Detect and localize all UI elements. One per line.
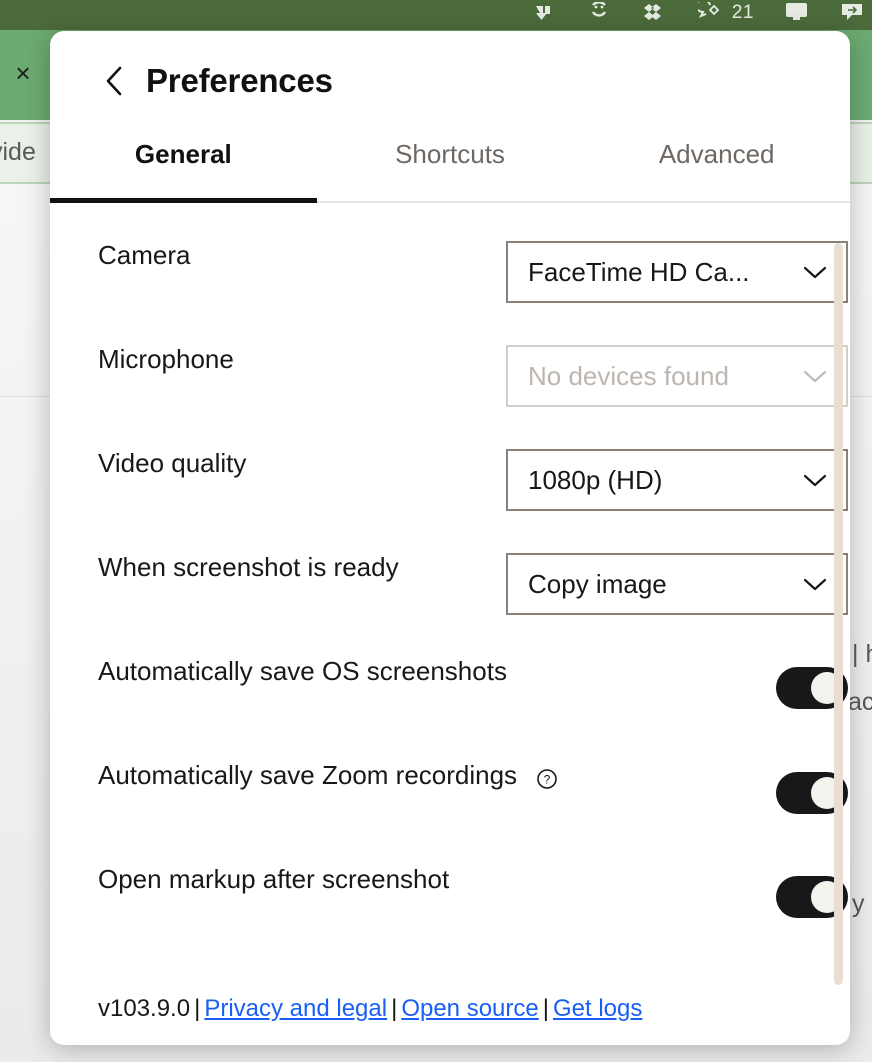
privacy-and-legal-link[interactable]: Privacy and legal bbox=[204, 995, 387, 1022]
setting-row-autosave-zoom: Automatically save Zoom recordings ? bbox=[98, 723, 848, 827]
display-icon[interactable] bbox=[784, 2, 810, 28]
chevron-down-icon bbox=[802, 264, 828, 280]
close-icon[interactable]: × bbox=[8, 58, 38, 88]
dialog-scrollbar[interactable] bbox=[834, 243, 843, 985]
notification-chat-icon[interactable] bbox=[697, 2, 724, 28]
preferences-dialog: Preferences General Shortcuts Advanced C… bbox=[50, 31, 850, 1045]
app-version: v103.9.0 bbox=[98, 995, 191, 1022]
question-circle-icon[interactable]: ? bbox=[536, 768, 558, 790]
setting-row-screenshot-ready: When screenshot is ready Copy image bbox=[98, 515, 848, 619]
share-icon[interactable] bbox=[840, 2, 866, 28]
footer-separator: | bbox=[194, 995, 201, 1022]
background-text-fragment: ac bbox=[848, 688, 872, 716]
setting-row-camera: Camera FaceTime HD Ca... bbox=[98, 203, 848, 307]
setting-label-autosave-zoom: Automatically save Zoom recordings ? bbox=[98, 760, 802, 791]
setting-label-microphone: Microphone bbox=[98, 343, 234, 374]
setting-label-video-quality: Video quality bbox=[98, 447, 247, 478]
os-menubar: 21 bbox=[0, 0, 872, 30]
screenshot-ready-select[interactable]: Copy image bbox=[506, 553, 848, 615]
background-text-fragment: | h bbox=[852, 640, 872, 668]
tab-general[interactable]: General bbox=[50, 131, 317, 203]
chevron-down-icon bbox=[802, 576, 828, 592]
setting-row-video-quality: Video quality 1080p (HD) bbox=[98, 411, 848, 515]
svg-text:?: ? bbox=[544, 772, 551, 786]
dialog-header: Preferences bbox=[50, 31, 850, 131]
settings-list: Camera FaceTime HD Ca... Microphone No d… bbox=[50, 203, 850, 931]
chevron-down-icon bbox=[802, 368, 828, 384]
microphone-select: No devices found bbox=[506, 345, 848, 407]
setting-row-open-markup: Open markup after screenshot bbox=[98, 827, 848, 931]
setting-label-open-markup: Open markup after screenshot bbox=[98, 863, 450, 894]
camera-select[interactable]: FaceTime HD Ca... bbox=[506, 241, 848, 303]
setting-label-camera: Camera bbox=[98, 239, 191, 270]
footer-separator: | bbox=[391, 995, 398, 1022]
footer-separator: | bbox=[542, 995, 549, 1022]
dropbox-icon[interactable] bbox=[642, 2, 668, 28]
tab-bar: General Shortcuts Advanced bbox=[50, 131, 850, 203]
screenshot-ready-select-value: Copy image bbox=[528, 568, 667, 599]
menubar-badge-count: 21 bbox=[731, 2, 754, 23]
setting-label-autosave-os: Automatically save OS screenshots bbox=[98, 655, 507, 686]
page-title: Preferences bbox=[146, 62, 333, 99]
video-quality-select[interactable]: 1080p (HD) bbox=[506, 449, 848, 511]
tab-shortcuts[interactable]: Shortcuts bbox=[317, 131, 584, 201]
setting-row-autosave-os: Automatically save OS screenshots bbox=[98, 619, 848, 723]
background-text-fragment: y bbox=[852, 890, 865, 918]
background-band-text: vide bbox=[0, 138, 36, 166]
setting-label-screenshot-ready: When screenshot is ready bbox=[98, 551, 399, 582]
chevron-left-icon[interactable] bbox=[98, 64, 132, 98]
chevron-down-icon bbox=[802, 472, 828, 488]
open-source-link[interactable]: Open source bbox=[401, 995, 538, 1022]
video-quality-select-value: 1080p (HD) bbox=[528, 464, 663, 495]
microphone-select-value: No devices found bbox=[528, 360, 729, 391]
setting-row-microphone: Microphone No devices found bbox=[98, 307, 848, 411]
dialog-footer: v103.9.0 | Privacy and legal | Open source | G… bbox=[98, 995, 642, 1023]
get-logs-link[interactable]: Get logs bbox=[553, 995, 642, 1022]
dropbox-sync-icon[interactable] bbox=[530, 2, 556, 28]
tab-advanced[interactable]: Advanced bbox=[583, 131, 850, 201]
setting-label-autosave-zoom-text: Automatically save Zoom recordings bbox=[98, 759, 518, 790]
camera-select-value: FaceTime HD Ca... bbox=[528, 256, 750, 287]
smiley-icon[interactable] bbox=[586, 2, 612, 28]
screen: 21 × vide | h ac y Preferences General S… bbox=[0, 0, 872, 1062]
